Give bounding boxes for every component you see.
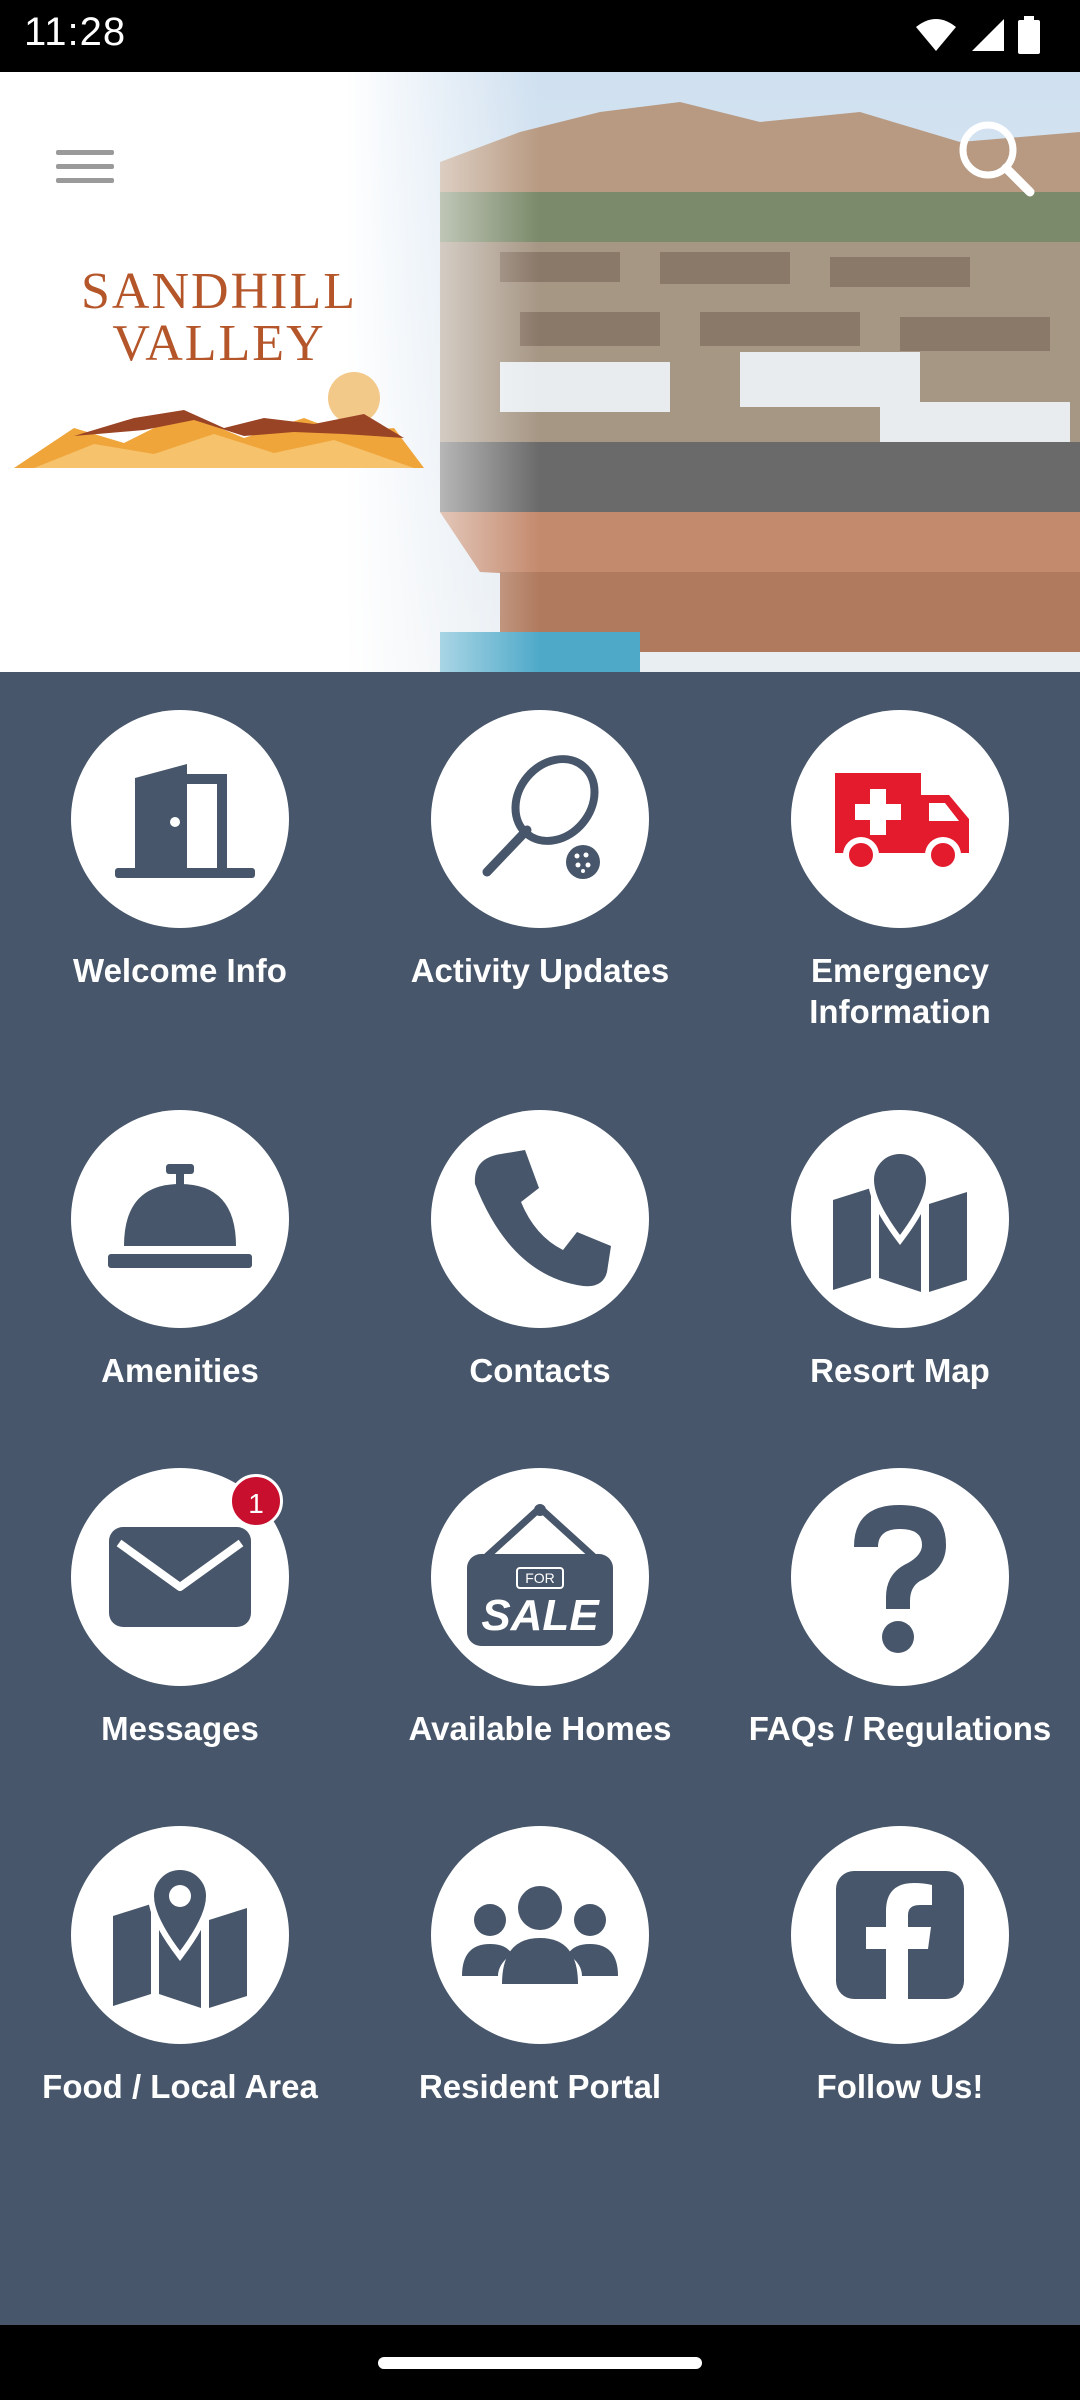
tile-resort-map[interactable]: Resort Map [730, 1110, 1070, 1391]
tile-circle: FOR SALE [431, 1468, 649, 1686]
search-button[interactable] [950, 112, 1040, 202]
sign-big-text: SALE [481, 1591, 600, 1640]
status-icons [914, 16, 1040, 54]
tile-circle [791, 1110, 1009, 1328]
logo-mountains [14, 372, 424, 468]
tile-available-homes[interactable]: FOR SALE Available Homes [370, 1468, 710, 1749]
for-sale-sign-icon: FOR SALE [467, 1504, 613, 1646]
tile-label: Emergency Information [809, 952, 991, 1030]
tile-circle [71, 1110, 289, 1328]
door-icon [115, 764, 255, 878]
map-pin-icon [113, 1864, 247, 2008]
tile-contacts[interactable]: Contacts [370, 1110, 710, 1391]
tile-label: Resident Portal [418, 2068, 662, 2105]
tile-messages[interactable]: 1 Messages [10, 1468, 350, 1749]
tile-label: Amenities [101, 1352, 259, 1389]
tile-circle [791, 1826, 1009, 2044]
tile-label: Follow Us! [816, 2068, 984, 2105]
ambulance-icon [835, 773, 969, 873]
tile-label: FAQs / Regulations [748, 1710, 1052, 1747]
facebook-icon [836, 1871, 964, 1999]
status-time: 11:28 [24, 10, 127, 54]
tile-label: Welcome Info [73, 952, 287, 989]
header-banner: SANDHILL VALLEY [0, 72, 1080, 672]
wifi-icon [916, 19, 956, 51]
home-indicator[interactable] [378, 2357, 702, 2369]
pickleball-paddle-icon [482, 755, 600, 879]
signal-icon [972, 19, 1004, 51]
tile-label: Available Homes [408, 1710, 672, 1747]
phone-icon [474, 1150, 611, 1287]
tile-activity-updates[interactable]: Activity Updates [370, 710, 710, 991]
tile-circle [791, 1468, 1009, 1686]
tile-circle [71, 710, 289, 928]
tile-follow-us[interactable]: Follow Us! [730, 1826, 1070, 2107]
sign-small-text: FOR [525, 1570, 555, 1586]
tile-label: Food / Local Area [42, 2068, 318, 2105]
tile-emergency-information[interactable]: Emergency Information [730, 710, 1070, 1032]
status-bar: 11:28 [0, 0, 1080, 72]
tile-faqs-regulations[interactable]: FAQs / Regulations [730, 1468, 1070, 1749]
people-icon [462, 1886, 618, 1984]
map-pin-icon [833, 1148, 967, 1292]
tile-circle: 1 [71, 1468, 289, 1686]
unread-badge: 1 [229, 1474, 283, 1528]
tile-circle [431, 710, 649, 928]
tile-label: Activity Updates [410, 952, 670, 989]
tile-circle [431, 1110, 649, 1328]
question-icon [854, 1505, 946, 1653]
tile-label: Contacts [469, 1352, 611, 1389]
tile-label: Resort Map [810, 1352, 990, 1389]
system-navigation-bar [0, 2325, 1080, 2400]
battery-icon [1018, 16, 1040, 54]
tile-food-local-area[interactable]: Food / Local Area [10, 1826, 350, 2107]
tile-circle [791, 710, 1009, 928]
tile-amenities[interactable]: Amenities [10, 1110, 350, 1391]
logo-text-line1: SANDHILL [81, 263, 357, 320]
search-icon [959, 121, 1035, 197]
hamburger-icon [56, 150, 114, 183]
tile-grid: Welcome Info Activity Updates Emergency … [0, 672, 1080, 2325]
envelope-icon [109, 1527, 251, 1627]
sandhill-valley-logo: SANDHILL VALLEY [14, 262, 424, 492]
tile-resident-portal[interactable]: Resident Portal [370, 1826, 710, 2107]
service-bell-icon [108, 1164, 252, 1268]
tile-label: Messages [101, 1710, 259, 1747]
tile-circle [431, 1826, 649, 2044]
tile-circle [71, 1826, 289, 2044]
tile-welcome-info[interactable]: Welcome Info [10, 710, 350, 991]
menu-button[interactable] [50, 132, 120, 202]
